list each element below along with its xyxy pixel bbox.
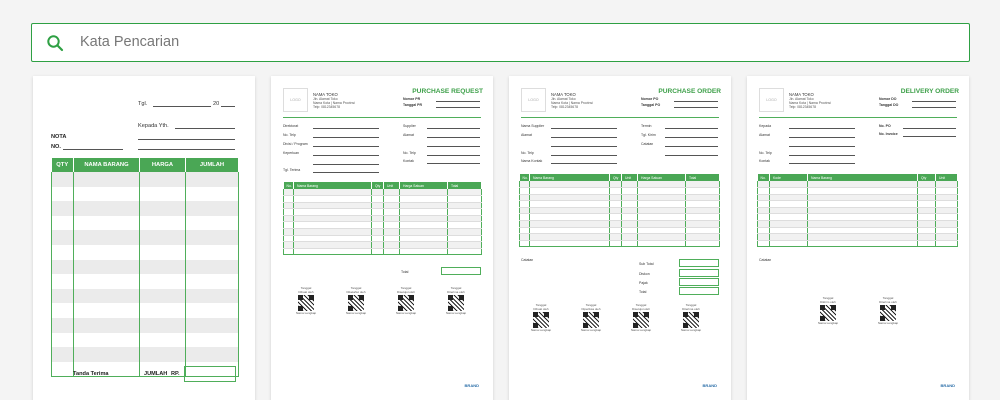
total-box: [184, 366, 236, 382]
qr-icon: [398, 295, 414, 312]
signature-2: Tanggal Diterima oleh Nama Lengkap: [877, 296, 899, 326]
qr-icon: [348, 295, 364, 312]
no-label: NO.: [51, 144, 61, 150]
nota-label: NOTA: [51, 134, 67, 140]
qr-icon: [683, 312, 699, 329]
nota-table: QTY NAMA BARANG HARGA JUMLAH: [51, 158, 239, 377]
brand-logo: BRAND: [702, 383, 717, 388]
qr-icon: [583, 312, 599, 329]
signature-1: Tanggal Dikirim oleh Nama Lengkap: [817, 296, 839, 326]
logo-placeholder: LOGO: [521, 88, 546, 112]
search-icon: [47, 35, 64, 52]
document-title: PURCHASE REQUEST: [412, 88, 483, 95]
signature-1: Tanggal Dibuat oleh Nama Lengkap: [295, 286, 317, 316]
kepada-label: Kepada Yth.: [138, 123, 169, 129]
signature-4: Tanggal Diterima oleh Nama Lengkap: [445, 286, 467, 316]
year-label: 20: [213, 101, 220, 107]
jumlah-label: JUMLAH: [144, 371, 168, 377]
store-info: NAMA TOKO Jln. Alamat Toko Nama Kota | N…: [551, 92, 593, 110]
search-bar[interactable]: Kata Pencarian: [31, 23, 970, 62]
items-table: No. Nama Barang Qty Unit Harga Satuan Total: [283, 182, 482, 256]
qr-icon: [880, 305, 896, 322]
signature-3: Tanggal Disetujui oleh Nama Lengkap: [395, 286, 417, 316]
items-table: No. Kode Nama Barang Qty Unit: [757, 174, 958, 248]
rp-label: RP.: [171, 371, 180, 377]
template-card-purchase-request[interactable]: LOGO NAMA TOKO Jln. Alamat Toko Nama Kot…: [271, 76, 493, 400]
signature-3: Tanggal Disetujui oleh Nama Lengkap: [630, 303, 652, 333]
col-qty: QTY: [51, 158, 74, 172]
signature-2: Tanggal Diketahui oleh Nama Lengkap: [345, 286, 367, 316]
store-info: NAMA TOKO Jln. Alamat Toko Nama Kota | N…: [789, 92, 831, 110]
brand-logo: BRAND: [464, 383, 479, 388]
template-card-purchase-order[interactable]: LOGO NAMA TOKO Jln. Alamat Toko Nama Kot…: [509, 76, 731, 400]
signature-4: Tanggal Diterima oleh Nama Lengkap: [680, 303, 702, 333]
document-title: DELIVERY ORDER: [900, 88, 959, 95]
qr-icon: [533, 312, 549, 329]
brand-logo: BRAND: [940, 383, 955, 388]
signature-1: Tanggal Dibuat oleh Nama Lengkap: [530, 303, 552, 333]
col-harga: HARGA: [139, 158, 186, 172]
col-nama-barang: NAMA BARANG: [73, 158, 140, 172]
qr-icon: [298, 295, 314, 312]
col-jumlah: JUMLAH: [185, 158, 239, 172]
search-input[interactable]: Kata Pencarian: [80, 34, 179, 50]
logo-placeholder: LOGO: [283, 88, 308, 112]
template-card-delivery-order[interactable]: LOGO NAMA TOKO Jln. Alamat Toko Nama Kot…: [747, 76, 969, 400]
qr-icon: [633, 312, 649, 329]
logo-placeholder: LOGO: [759, 88, 784, 112]
store-info: NAMA TOKO Jln. Alamat Toko Nama Kota | N…: [313, 92, 355, 110]
document-title: PURCHASE ORDER: [658, 88, 721, 95]
qr-icon: [820, 305, 836, 322]
items-table: No. Nama Barang Qty Unit Harga Satuan Total: [519, 174, 720, 248]
tgl-label: Tgl.: [138, 101, 148, 107]
signature-2: Tanggal Diperiksa oleh Nama Lengkap: [580, 303, 602, 333]
tanda-terima-label: Tanda Terima: [73, 371, 109, 377]
template-card-nota[interactable]: Tgl. 20 Kepada Yth. NOTA NO. QTY NAMA BA…: [33, 76, 255, 400]
qr-icon: [448, 295, 464, 312]
